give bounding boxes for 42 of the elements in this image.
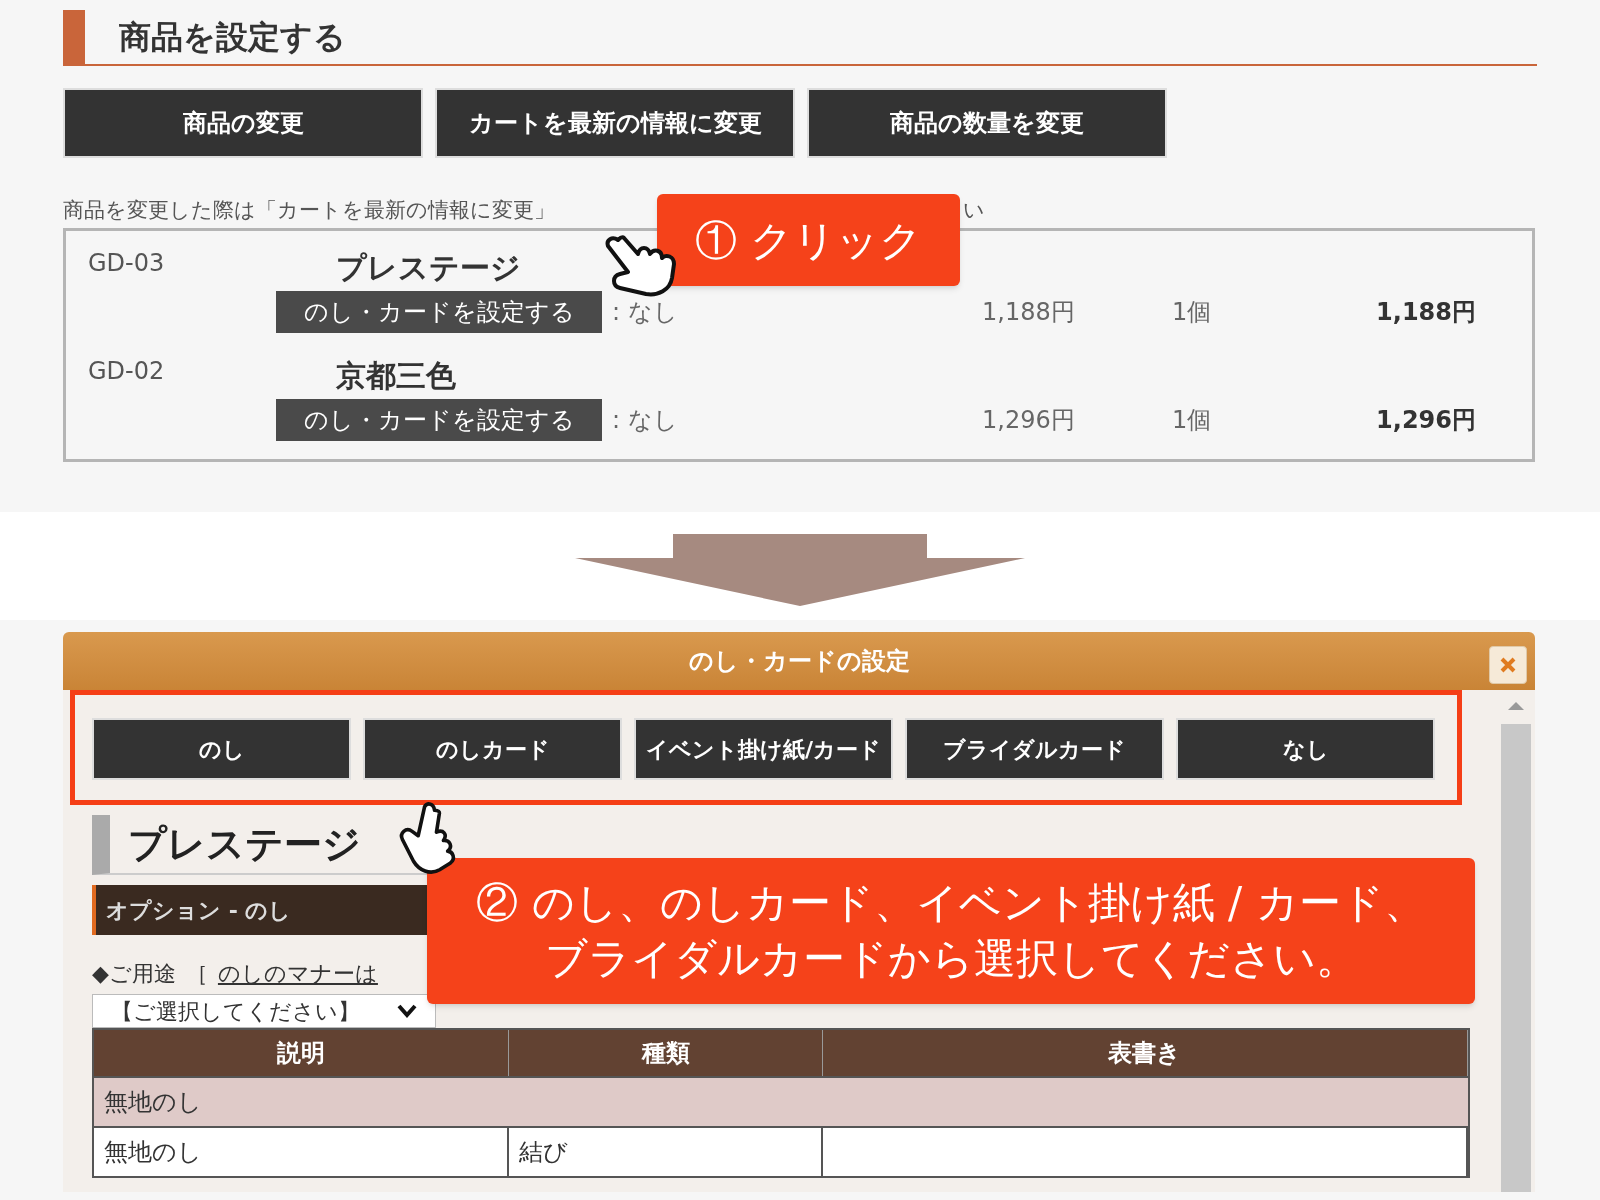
cart-action-button[interactable]: 商品の変更	[63, 88, 423, 158]
quantity: 1個	[1172, 405, 1213, 436]
quantity: 1個	[1172, 297, 1213, 328]
noshi-card-button[interactable]: のし・カードを設定する	[276, 399, 602, 441]
noshi-type-button[interactable]: のし	[92, 718, 351, 780]
callout: ① クリック	[657, 194, 960, 286]
bracket-text: ［	[185, 960, 208, 988]
usage-label: ◆ご用途	[92, 960, 176, 988]
subtotal: 1,188円	[1375, 297, 1476, 328]
manner-link[interactable]: のしのマナーは	[217, 957, 378, 990]
product-name: 京都三色	[336, 357, 456, 395]
section-heading: 商品を設定する	[119, 17, 346, 58]
scroll-up-icon[interactable]	[1508, 700, 1524, 710]
note-text: 商品を変更した際は「カートを最新の情報に変更」	[63, 197, 556, 225]
noshi-type-button[interactable]: ブライダルカード	[905, 718, 1164, 780]
noshi-type-button[interactable]: イベント掛け紙/カード	[634, 718, 893, 780]
noshi-card-button[interactable]: のし・カードを設定する	[276, 291, 602, 333]
down-arrow-icon	[575, 534, 1025, 606]
chevron-down-icon	[397, 1004, 417, 1018]
unit-price: 1,188円	[982, 297, 1076, 328]
unit-price: 1,296円	[982, 405, 1076, 436]
table-cell: 結び	[509, 1128, 823, 1176]
product-code: GD-03	[87, 248, 166, 279]
table-cell: 無地のし	[94, 1128, 510, 1176]
cart-action-button[interactable]: 商品の数量を変更	[807, 88, 1167, 158]
group-row: 無地のし	[94, 1076, 1468, 1126]
product-heading: プレステージ	[128, 820, 361, 868]
close-button[interactable]	[1489, 646, 1527, 684]
option-bar-title: オプション - のし	[106, 896, 292, 925]
product-name: プレステージ	[336, 249, 521, 287]
usage-select[interactable]: 【ご選択してください】	[92, 994, 436, 1028]
callout: ② のし、のしカード、イベント掛け紙 / カード、 ブライダルカードから選択してください。	[427, 858, 1475, 1004]
subtotal: 1,296円	[1375, 405, 1476, 436]
noshi-type-button[interactable]: なし	[1176, 718, 1435, 780]
cart-action-button[interactable]: カートを最新の情報に変更	[435, 88, 795, 158]
noshi-value: : なし	[612, 297, 679, 328]
dialog-title: のし・カードの設定	[688, 646, 910, 677]
product-code: GD-02	[87, 356, 166, 387]
note-text: い	[963, 197, 985, 225]
noshi-type-button[interactable]: のしカード	[363, 718, 622, 780]
close-icon	[1499, 656, 1517, 674]
noshi-value: : なし	[612, 405, 679, 436]
